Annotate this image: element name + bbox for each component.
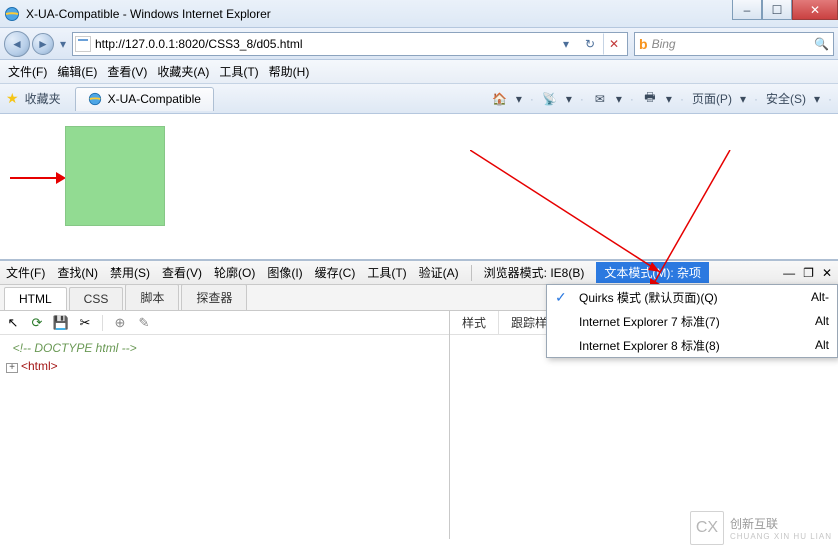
pointer-tool-icon[interactable]: ↖ (4, 314, 22, 332)
dt-menu-cache[interactable]: 缓存(C) (315, 264, 356, 281)
dt-menu-outline[interactable]: 轮廓(O) (214, 264, 255, 281)
attr-tool-icon[interactable]: ⊕ (111, 314, 129, 332)
devtools-menubar: 文件(F) 查找(N) 禁用(S) 查看(V) 轮廓(O) 图像(I) 缓存(C… (0, 261, 838, 285)
dt-menu-validate[interactable]: 验证(A) (419, 264, 459, 281)
ie-icon (4, 6, 20, 22)
rendered-green-box (65, 126, 165, 226)
ie-icon (88, 92, 102, 106)
mail-icon[interactable]: ✉ (592, 91, 608, 107)
devtools-tree-panel: ↖ ⟳ 💾 ✂ ⊕ ✎ <!-- DOCTYPE html --> +<html… (0, 311, 450, 539)
stop-button[interactable]: ✕ (603, 33, 625, 55)
window-minimize-button[interactable]: – (732, 0, 762, 20)
print-icon[interactable]: 🖶 (642, 91, 658, 107)
watermark-logo: CX (690, 511, 724, 545)
doctype-comment: <!-- DOCTYPE html --> (13, 341, 137, 355)
window-title: X-UA-Compatible - Windows Internet Explo… (26, 7, 271, 21)
window-maximize-button[interactable]: ☐ (762, 0, 792, 20)
doc-mode-item-ie8[interactable]: Internet Explorer 8 标准(8) Alt (547, 333, 837, 357)
browser-mode-label[interactable]: 浏览器模式: IE8(B) (484, 264, 585, 281)
nav-history-dropdown[interactable]: ▾ (56, 32, 70, 56)
forward-button[interactable]: ► (32, 33, 54, 55)
menu-bar: 文件(F) 编辑(E) 查看(V) 收藏夹(A) 工具(T) 帮助(H) (0, 60, 838, 84)
watermark: CX 创新互联 CHUANG XIN HU LIAN (690, 511, 832, 545)
page-menu[interactable]: 页面(P) (692, 90, 732, 107)
home-icon[interactable]: 🏠 (492, 91, 508, 107)
devtools-minimize-icon[interactable]: — (783, 266, 795, 280)
dom-tree[interactable]: <!-- DOCTYPE html --> +<html> (0, 335, 449, 379)
menu-view[interactable]: 查看(V) (107, 63, 147, 80)
doc-mode-item-ie7[interactable]: Internet Explorer 7 标准(7) Alt (547, 309, 837, 333)
menu-edit[interactable]: 编辑(E) (57, 63, 97, 80)
watermark-en: CHUANG XIN HU LIAN (730, 532, 832, 541)
favorites-toolbar: ★ 收藏夹 X-UA-Compatible 🏠▾ · 📡▾ · ✉▾ · 🖶▾ … (0, 84, 838, 114)
refresh-tool-icon[interactable]: ⟳ (28, 314, 46, 332)
document-mode-menu: ✓ Quirks 模式 (默认页面)(Q) Alt- Internet Expl… (546, 284, 838, 358)
refresh-button[interactable]: ↻ (579, 33, 601, 55)
menu-help[interactable]: 帮助(H) (269, 63, 310, 80)
search-box[interactable]: b Bing 🔍 (634, 32, 834, 56)
dt-menu-image[interactable]: 图像(I) (267, 264, 302, 281)
address-bar[interactable]: ▾ ↻ ✕ (72, 32, 628, 56)
bing-icon: b (639, 36, 648, 52)
devtools-toolbar: ↖ ⟳ 💾 ✂ ⊕ ✎ (0, 311, 449, 335)
safety-menu[interactable]: 安全(S) (766, 90, 806, 107)
dt-menu-tools[interactable]: 工具(T) (367, 264, 406, 281)
page-tab[interactable]: X-UA-Compatible (75, 87, 214, 111)
nav-bar: ◄ ► ▾ ▾ ↻ ✕ b Bing 🔍 (0, 28, 838, 60)
url-input[interactable] (95, 37, 547, 51)
devtools-tab-html[interactable]: HTML (4, 287, 67, 310)
window-close-button[interactable]: ✕ (792, 0, 838, 20)
devtools-close-icon[interactable]: ✕ (822, 266, 832, 280)
dt-menu-view[interactable]: 查看(V) (162, 264, 202, 281)
page-icon (75, 36, 91, 52)
cut-tool-icon[interactable]: ✂ (76, 314, 94, 332)
feeds-icon[interactable]: 📡 (542, 91, 558, 107)
dt-menu-file[interactable]: 文件(F) (6, 264, 45, 281)
search-placeholder: Bing (652, 37, 676, 51)
devtools-unpin-icon[interactable]: ❐ (803, 266, 814, 280)
menu-tools[interactable]: 工具(T) (219, 63, 258, 80)
tab-title: X-UA-Compatible (108, 92, 201, 106)
dt-menu-disable[interactable]: 禁用(S) (110, 264, 150, 281)
annotation-arrow-horizontal (10, 169, 66, 187)
back-button[interactable]: ◄ (4, 31, 30, 57)
devtools-tab-css[interactable]: CSS (69, 287, 124, 310)
expand-toggle-icon[interactable]: + (6, 363, 18, 373)
favorites-star-icon[interactable]: ★ (6, 90, 19, 107)
url-dropdown[interactable]: ▾ (555, 33, 577, 55)
page-viewport (0, 114, 838, 260)
menu-favorites[interactable]: 收藏夹(A) (157, 63, 209, 80)
check-icon: ✓ (555, 289, 571, 306)
search-button-icon[interactable]: 🔍 (814, 37, 829, 51)
favorites-label[interactable]: 收藏夹 (25, 90, 61, 107)
devtools-tab-profiler[interactable]: 探查器 (181, 284, 247, 310)
html-tag-node[interactable]: <html> (21, 359, 58, 373)
expand-tool-icon[interactable]: ✎ (135, 314, 153, 332)
devtools-tab-script[interactable]: 脚本 (125, 284, 179, 310)
save-tool-icon[interactable]: 💾 (52, 314, 70, 332)
document-mode-dropdown[interactable]: 文本模式(M): 杂项 (596, 262, 709, 283)
watermark-cn: 创新互联 (730, 515, 832, 532)
doc-mode-item-quirks[interactable]: ✓ Quirks 模式 (默认页面)(Q) Alt- (547, 285, 837, 309)
dt-menu-find[interactable]: 查找(N) (57, 264, 98, 281)
styles-tab[interactable]: 样式 (450, 311, 499, 334)
menu-file[interactable]: 文件(F) (8, 63, 47, 80)
window-titlebar: X-UA-Compatible - Windows Internet Explo… (0, 0, 838, 28)
